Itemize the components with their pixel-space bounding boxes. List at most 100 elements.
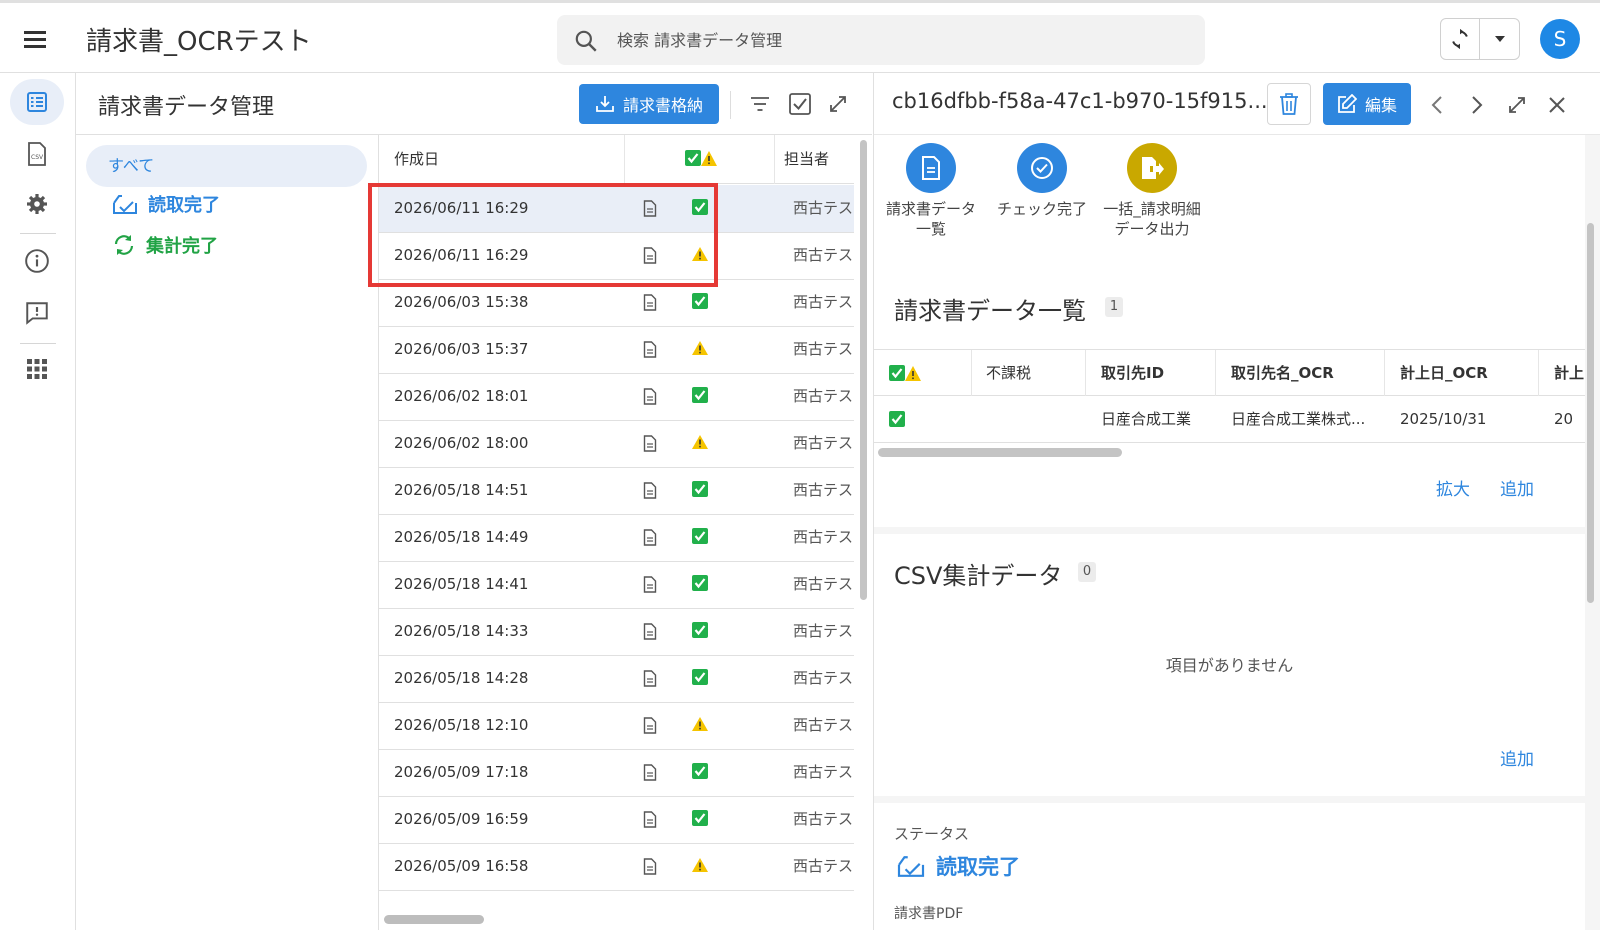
cell-created-date: 2026/06/03 15:37 xyxy=(394,340,529,358)
document-icon[interactable] xyxy=(643,623,657,644)
column-status[interactable] xyxy=(888,364,922,382)
user-avatar[interactable]: S xyxy=(1540,19,1580,59)
invoice-list-title: 請求書データ一覧 xyxy=(894,297,1086,325)
column-next[interactable]: 計上 xyxy=(1554,350,1585,396)
action-invoice-list[interactable]: 請求書データ 一覧 xyxy=(874,143,991,239)
search-input[interactable] xyxy=(617,25,1187,55)
sync-button[interactable] xyxy=(1441,19,1481,59)
previous-record-button[interactable] xyxy=(1422,90,1452,120)
table-row[interactable]: 2026/05/09 16:59 西古テス xyxy=(379,796,854,844)
table-row[interactable]: 2026/05/18 14:41 西古テス xyxy=(379,561,854,609)
edit-button[interactable]: 編集 xyxy=(1323,83,1411,125)
cell-created-date: 2026/06/11 16:29 xyxy=(394,199,529,217)
document-icon[interactable] xyxy=(643,294,657,315)
document-icon[interactable] xyxy=(643,200,657,221)
detail-expand-button[interactable] xyxy=(1502,90,1532,120)
next-record-button[interactable] xyxy=(1462,90,1492,120)
rail-invoice-list[interactable] xyxy=(10,79,64,125)
left-nav-rail: CSV xyxy=(0,73,76,930)
delete-button[interactable] xyxy=(1267,83,1311,125)
add-csv-link[interactable]: 追加 xyxy=(1500,745,1534,770)
expand-button[interactable] xyxy=(824,90,852,118)
document-icon[interactable] xyxy=(643,811,657,832)
document-icon xyxy=(906,143,956,193)
scan-inbox-icon xyxy=(897,856,925,877)
vertical-scrollbar[interactable] xyxy=(860,140,867,600)
chevron-left-icon xyxy=(1431,96,1442,114)
app-title: 請求書_OCRテスト xyxy=(86,27,312,57)
document-icon[interactable] xyxy=(643,764,657,785)
document-icon[interactable] xyxy=(643,388,657,409)
rail-settings[interactable] xyxy=(10,181,64,227)
action-invoice-list-label: 請求書データ 一覧 xyxy=(885,200,976,238)
checklist-icon xyxy=(27,92,47,112)
document-icon[interactable] xyxy=(643,341,657,362)
table-row[interactable]: 2026/05/18 14:51 西古テス xyxy=(379,467,854,515)
table-row[interactable]: 2026/05/09 16:58 西古テス xyxy=(379,843,854,891)
status-warning-icon xyxy=(691,433,709,455)
table-row[interactable]: 2026/06/11 16:29 西古テス xyxy=(379,232,854,280)
close-button[interactable] xyxy=(1542,90,1572,120)
invoice-list-scrollbar[interactable] xyxy=(878,448,1122,457)
table-row[interactable]: 2026/05/18 12:10 西古テス xyxy=(379,702,854,750)
status-all[interactable]: すべて xyxy=(86,145,367,187)
app: 請求書_OCRテスト S CSV xyxy=(0,0,1600,930)
table-row[interactable]: 2026/06/03 15:37 西古テス xyxy=(379,326,854,374)
table-row[interactable]: 2026/05/18 14:33 西古テス xyxy=(379,608,854,656)
table-row[interactable]: 2026/06/02 18:01 西古テス xyxy=(379,373,854,421)
document-icon[interactable] xyxy=(643,435,657,456)
column-person[interactable]: 担当者 xyxy=(784,135,829,184)
document-icon[interactable] xyxy=(643,858,657,879)
action-check-complete[interactable]: チェック完了 xyxy=(982,143,1102,219)
table-row[interactable]: 2026/06/11 16:29 西古テス xyxy=(379,185,854,233)
rail-info[interactable] xyxy=(10,238,64,284)
detail-scrollbar[interactable] xyxy=(1587,223,1594,603)
store-invoice-button[interactable]: 請求書格納 xyxy=(579,84,719,124)
sync-icon xyxy=(1452,28,1468,50)
column-divider xyxy=(624,135,625,184)
select-checkbox-button[interactable] xyxy=(786,90,814,118)
column-divider xyxy=(971,350,972,396)
column-posting-date[interactable]: 計上日_OCR xyxy=(1400,350,1488,396)
column-partner-name[interactable]: 取引先名_OCR xyxy=(1231,350,1334,396)
add-invoice-link[interactable]: 追加 xyxy=(1500,475,1534,500)
apps-grid-icon xyxy=(27,359,47,379)
status-aggregate-complete[interactable]: 集計完了 xyxy=(112,230,218,260)
status-read-complete[interactable]: 読取完了 xyxy=(112,189,220,219)
column-partner-id[interactable]: 取引先ID xyxy=(1101,350,1164,396)
hamburger-menu-icon[interactable] xyxy=(22,27,50,51)
document-icon[interactable] xyxy=(643,717,657,738)
table-row[interactable]: 2026/06/02 18:00 西古テス xyxy=(379,420,854,468)
sync-dropdown-button[interactable] xyxy=(1480,19,1519,59)
document-icon[interactable] xyxy=(643,529,657,550)
table-row[interactable]: 2026/05/18 14:28 西古テス xyxy=(379,655,854,703)
horizontal-scrollbar[interactable] xyxy=(384,915,484,924)
document-icon[interactable] xyxy=(643,670,657,691)
gear-icon xyxy=(27,194,47,214)
column-status[interactable] xyxy=(684,149,718,169)
column-created-date[interactable]: 作成日 xyxy=(394,135,439,184)
status-ok-icon xyxy=(691,762,709,784)
filter-button[interactable] xyxy=(746,90,774,118)
rail-apps[interactable] xyxy=(10,346,64,392)
expand-link[interactable]: 拡大 xyxy=(1436,475,1470,500)
row-status-ok-icon xyxy=(888,410,906,432)
csv-empty-text: 項目がありません xyxy=(1165,656,1294,675)
column-tax-exempt[interactable]: 不課税 xyxy=(986,350,1031,396)
action-bulk-export[interactable]: 一括_請求明細 データ出力 xyxy=(1092,143,1212,239)
document-icon[interactable] xyxy=(643,247,657,268)
document-icon[interactable] xyxy=(643,482,657,503)
rail-csv[interactable]: CSV xyxy=(10,131,64,177)
rail-feedback[interactable] xyxy=(10,290,64,336)
table-row[interactable]: 2026/05/18 14:49 西古テス xyxy=(379,514,854,562)
cell-created-date: 2026/06/11 16:29 xyxy=(394,246,529,264)
search-bar[interactable] xyxy=(557,15,1205,65)
cell-person: 西古テス xyxy=(793,622,854,640)
invoice-list-row[interactable]: 日産合成工業 日産合成工業株式... 2025/10/31 20 xyxy=(874,396,1585,443)
checkbox-icon xyxy=(789,93,811,115)
table-row[interactable]: 2026/06/03 15:38 西古テス xyxy=(379,279,854,327)
document-icon[interactable] xyxy=(643,576,657,597)
column-divider xyxy=(1384,350,1385,396)
top-bar: 請求書_OCRテスト S xyxy=(0,0,1600,73)
table-row[interactable]: 2026/05/09 17:18 西古テス xyxy=(379,749,854,797)
